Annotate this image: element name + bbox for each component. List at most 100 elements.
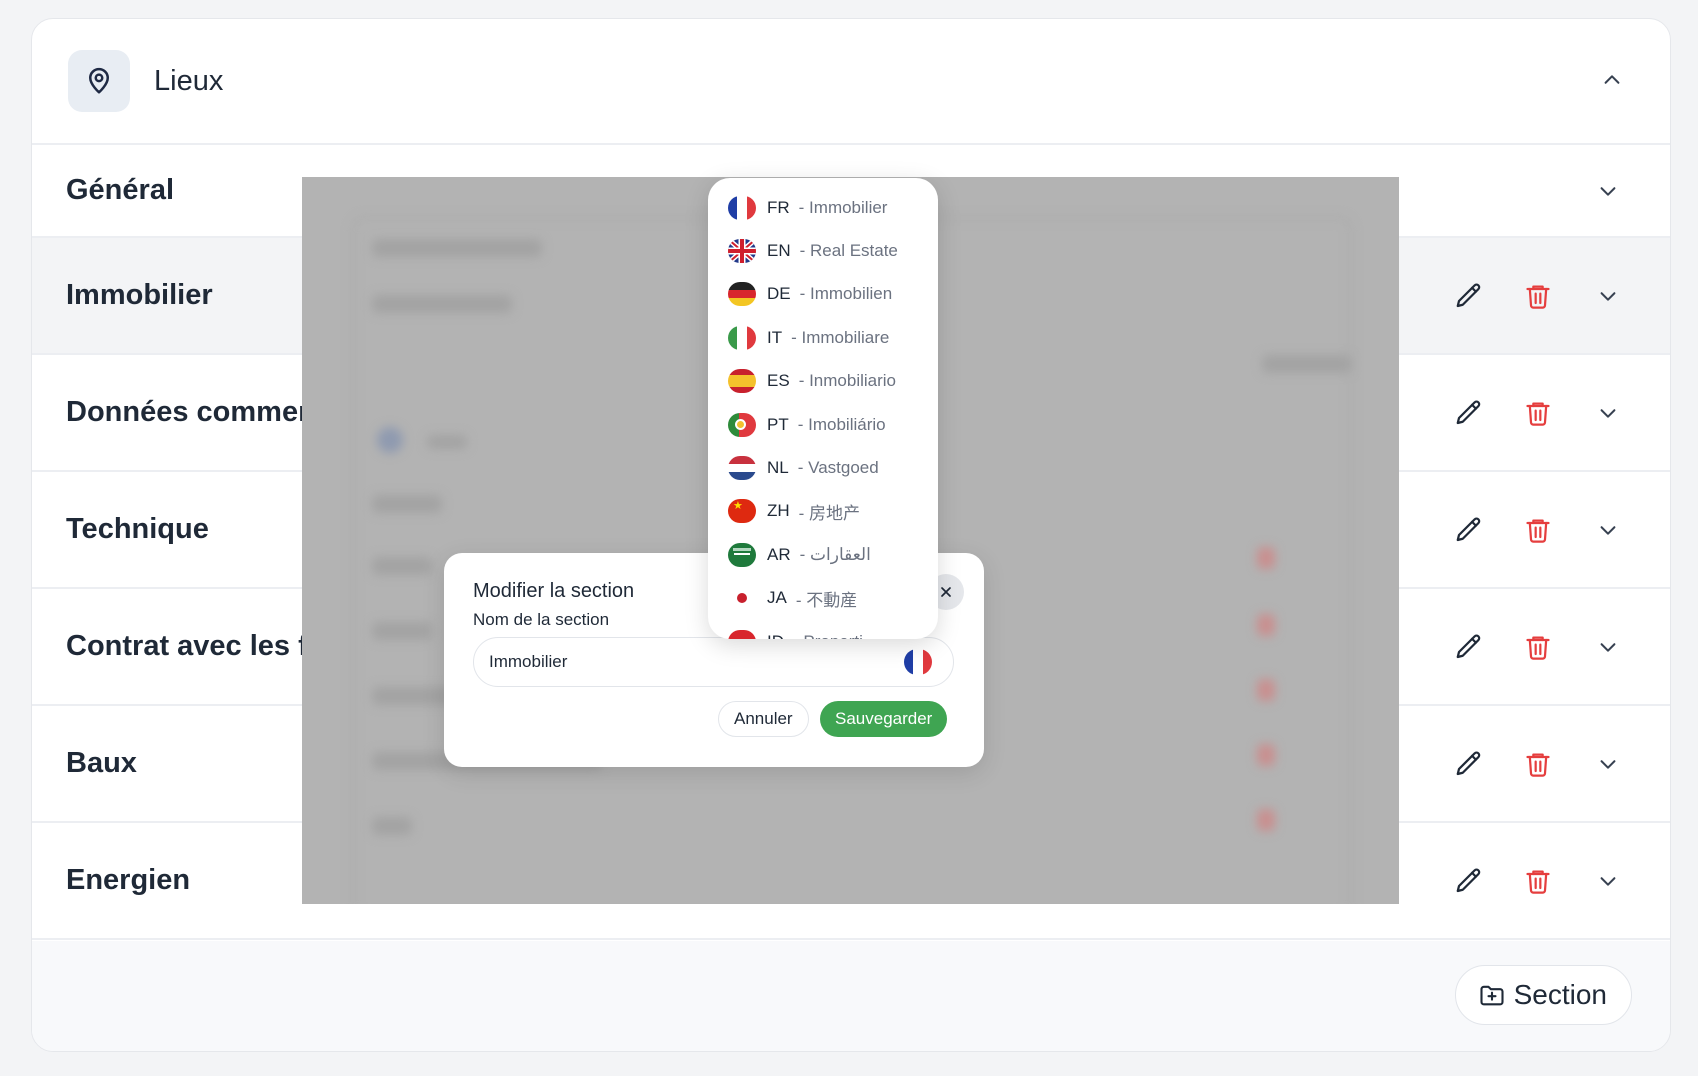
language-code: DE: [767, 284, 791, 304]
section-label: Données commerc: [66, 396, 326, 428]
edit-pencil-icon[interactable]: [1449, 744, 1489, 784]
language-dropdown: FR - Immobilier EN - Real Estate DE - Immobil…: [708, 178, 938, 639]
flag-es-icon: [728, 369, 756, 394]
save-button[interactable]: Sauvegarder: [820, 701, 948, 737]
expand-chevron-down-icon[interactable]: [1588, 393, 1628, 433]
language-option-ar[interactable]: AR - العقارات: [708, 533, 938, 576]
section-label: Général: [66, 174, 174, 206]
language-code: IT: [767, 327, 783, 347]
expand-chevron-down-icon[interactable]: [1588, 627, 1628, 667]
language-option-it[interactable]: IT - Immobiliare: [708, 316, 938, 359]
card-footer: Section: [32, 941, 1670, 1051]
language-code: EN: [767, 241, 791, 261]
language-option-ja[interactable]: JA - 不動産: [708, 577, 938, 620]
blurred-icon: [1257, 547, 1275, 569]
collapse-chevron-up-icon[interactable]: [1594, 62, 1630, 98]
edit-pencil-icon[interactable]: [1449, 276, 1489, 316]
expand-chevron-down-icon[interactable]: [1588, 861, 1628, 901]
language-list: FR - Immobilier EN - Real Estate DE - Immobil…: [708, 178, 938, 639]
language-code: PT: [767, 414, 789, 434]
delete-trash-icon[interactable]: [1518, 627, 1558, 667]
language-option-nl[interactable]: NL - Vastgoed: [708, 446, 938, 489]
section-label: Baux: [66, 747, 137, 779]
flag-sa-icon: [728, 542, 756, 567]
section-label: Technique: [66, 513, 209, 545]
blurred-icon: [1257, 679, 1275, 701]
section-label: Energien: [66, 864, 191, 896]
folder-plus-icon: [1480, 985, 1504, 1006]
language-translation: - Immobilien: [799, 284, 893, 304]
blurred-text: [372, 557, 432, 575]
language-translation: - Properti: [793, 632, 863, 639]
edit-pencil-icon[interactable]: [1449, 861, 1489, 901]
blurred-text: [372, 295, 512, 313]
delete-trash-icon[interactable]: [1518, 510, 1558, 550]
flag-gb-icon: [728, 239, 756, 264]
language-option-fr[interactable]: FR - Immobilier: [708, 186, 938, 229]
blurred-text: [372, 622, 432, 640]
section-label: Immobilier: [66, 279, 213, 311]
flag-it-icon: [728, 325, 756, 350]
language-option-en[interactable]: EN - Real Estate: [708, 229, 938, 272]
language-option-id[interactable]: ID - Properti: [708, 620, 938, 639]
flag-nl-icon: [728, 456, 756, 481]
edit-pencil-icon[interactable]: [1449, 627, 1489, 667]
flag-de-icon: [728, 282, 756, 307]
flag-fr-icon: [728, 195, 756, 220]
delete-trash-icon[interactable]: [1518, 276, 1558, 316]
expand-chevron-down-icon[interactable]: [1588, 744, 1628, 784]
language-code: ZH: [767, 501, 790, 521]
flag-id-icon: [728, 629, 756, 639]
language-code: JA: [767, 588, 787, 608]
section-name-input[interactable]: [473, 637, 954, 687]
flag-cn-icon: ★: [728, 499, 756, 524]
add-section-label: Section: [1513, 979, 1607, 1010]
edit-pencil-icon[interactable]: [1449, 393, 1489, 433]
language-translation: - Vastgoed: [797, 458, 879, 478]
language-code: FR: [767, 197, 790, 217]
language-translation: - Inmobiliario: [798, 371, 896, 391]
modal-title: Modifier la section: [473, 580, 635, 602]
add-section-button[interactable]: Section: [1454, 965, 1632, 1025]
language-option-de[interactable]: DE - Immobilien: [708, 273, 938, 316]
blurred-text: [427, 435, 467, 449]
flag-jp-icon: [728, 586, 756, 611]
language-code: NL: [767, 458, 789, 478]
blurred-text: [372, 495, 442, 513]
language-translation: - Immobilier: [798, 197, 888, 217]
delete-trash-icon[interactable]: [1518, 744, 1558, 784]
blurred-text: [372, 239, 542, 257]
blurred-text: [372, 817, 412, 835]
language-translation: - Immobiliare: [791, 327, 890, 347]
expand-chevron-down-icon[interactable]: [1588, 276, 1628, 316]
blurred-icon: [1257, 614, 1275, 636]
language-flag-fr-icon[interactable]: [904, 649, 932, 675]
language-option-zh[interactable]: ★ ZH - 房地产: [708, 490, 938, 533]
delete-trash-icon[interactable]: [1518, 861, 1558, 901]
card-header[interactable]: Lieux: [32, 19, 1670, 145]
flag-pt-icon: [728, 412, 756, 437]
language-translation: - العقارات: [799, 544, 871, 564]
expand-chevron-down-icon[interactable]: [1588, 510, 1628, 550]
language-translation: - Real Estate: [799, 241, 898, 261]
expand-chevron-down-icon[interactable]: [1588, 171, 1628, 211]
blurred-icon: [377, 427, 403, 453]
language-code: ID: [767, 632, 784, 639]
cancel-button[interactable]: Annuler: [718, 701, 809, 737]
language-code: AR: [767, 544, 791, 564]
edit-pencil-icon[interactable]: [1449, 510, 1489, 550]
language-translation: - Imobiliário: [797, 414, 886, 434]
card-title: Lieux: [154, 64, 224, 97]
blurred-text: [1262, 355, 1352, 373]
language-translation: - 房地产: [798, 503, 861, 523]
language-option-pt[interactable]: PT - Imobiliário: [708, 403, 938, 446]
blurred-icon: [1257, 809, 1275, 831]
location-pin-icon: [68, 50, 130, 112]
language-code: ES: [767, 371, 790, 391]
blurred-icon: [1257, 744, 1275, 766]
language-option-es[interactable]: ES - Inmobiliario: [708, 360, 938, 403]
section-label: Contrat avec les fo: [66, 630, 326, 662]
section-name-label: Nom de la section: [473, 610, 610, 629]
delete-trash-icon[interactable]: [1518, 393, 1558, 433]
language-translation: - 不動産: [795, 590, 858, 610]
